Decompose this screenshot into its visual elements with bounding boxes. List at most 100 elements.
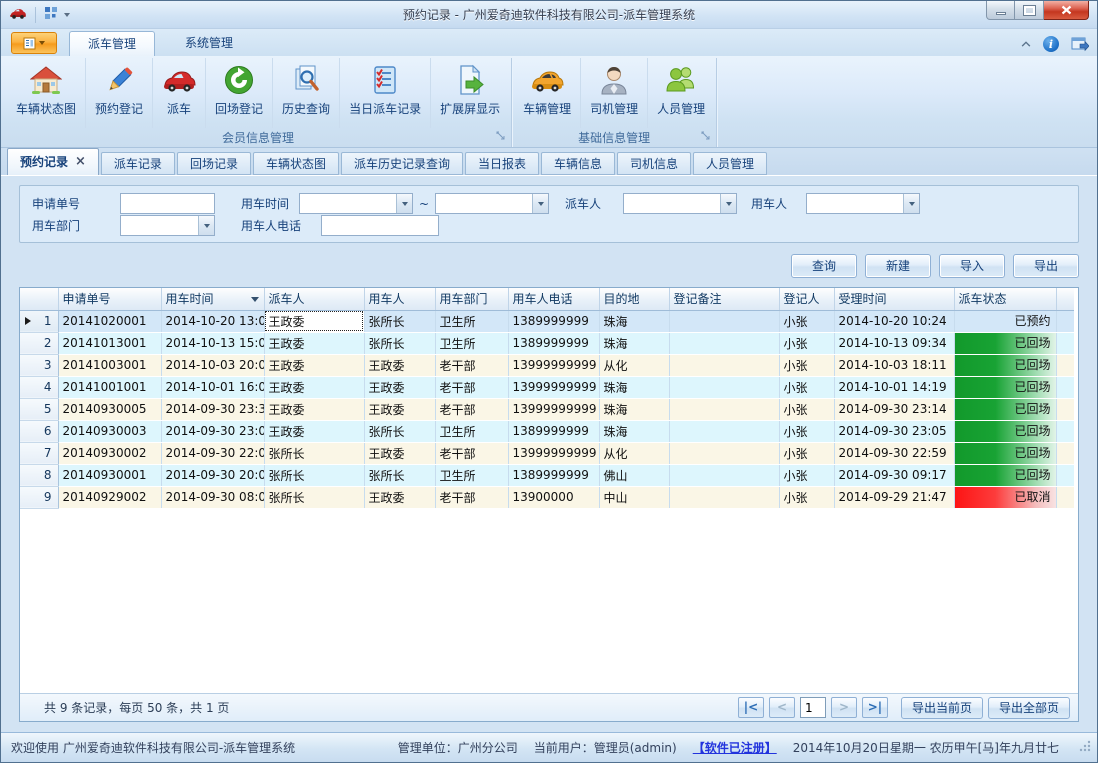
cell-accept_time[interactable]: 2014-10-20 10:24 xyxy=(834,310,954,332)
cell-remark[interactable] xyxy=(669,486,779,508)
dispatcher-combo[interactable] xyxy=(623,193,737,214)
grid-header-registrar[interactable]: 登记人 xyxy=(779,288,834,310)
cell-phone[interactable]: 13999999999 xyxy=(508,398,599,420)
app-menu-button[interactable] xyxy=(11,32,57,54)
grid-header-use-time[interactable]: 用车时间 xyxy=(161,288,264,310)
cell-phone[interactable]: 13999999999 xyxy=(508,354,599,376)
cell-apply_no[interactable]: 20140930003 xyxy=(58,420,161,442)
cell-phone[interactable]: 1389999999 xyxy=(508,310,599,332)
row-indicator[interactable]: 9 xyxy=(20,486,58,508)
cell-registrar[interactable]: 小张 xyxy=(779,398,834,420)
cell-accept_time[interactable]: 2014-09-30 22:59 xyxy=(834,442,954,464)
cell-phone[interactable]: 13999999999 xyxy=(508,442,599,464)
grid-header-apply-no[interactable]: 申请单号 xyxy=(58,288,161,310)
table-row[interactable]: 5201409300052014-09-30 23:30王政委王政委老干部139… xyxy=(20,398,1074,420)
next-page-button[interactable]: > xyxy=(831,697,857,718)
grid-header-accept-time[interactable]: 受理时间 xyxy=(834,288,954,310)
cell-dest[interactable]: 从化 xyxy=(599,354,669,376)
cell-accept_time[interactable]: 2014-09-29 21:47 xyxy=(834,486,954,508)
cell-dept[interactable]: 老干部 xyxy=(435,376,508,398)
cell-remark[interactable] xyxy=(669,354,779,376)
ribbon-button-return-register[interactable]: 回场登记 xyxy=(206,58,273,128)
phone-input[interactable] xyxy=(321,215,439,236)
cell-status[interactable]: 已回场 xyxy=(954,420,1056,442)
cell-user[interactable]: 王政委 xyxy=(364,486,435,508)
chevron-down-icon[interactable] xyxy=(720,194,736,213)
cell-user[interactable]: 张所长 xyxy=(364,332,435,354)
quick-access-dropdown-icon[interactable] xyxy=(64,13,70,17)
collapse-ribbon-icon[interactable] xyxy=(1021,41,1031,47)
table-row[interactable]: 1201410200012014-10-20 13:00王政委张所长卫生所138… xyxy=(20,310,1074,332)
dept-combo[interactable] xyxy=(120,215,215,236)
doc-tab-4[interactable]: 车辆状态图 xyxy=(253,152,339,175)
table-row[interactable]: 4201410010012014-10-01 16:00王政委王政委老干部139… xyxy=(20,376,1074,398)
cell-remark[interactable] xyxy=(669,332,779,354)
cell-use_time[interactable]: 2014-09-30 20:00 xyxy=(161,464,264,486)
cell-user[interactable]: 张所长 xyxy=(364,420,435,442)
row-indicator[interactable]: 1 xyxy=(20,310,58,332)
cell-user[interactable]: 张所长 xyxy=(364,464,435,486)
cell-remark[interactable] xyxy=(669,310,779,332)
cell-phone[interactable]: 1389999999 xyxy=(508,464,599,486)
cell-dispatcher[interactable]: 张所长 xyxy=(264,442,364,464)
cell-apply_no[interactable]: 20141001001 xyxy=(58,376,161,398)
cell-dispatcher[interactable]: 张所长 xyxy=(264,464,364,486)
new-button[interactable]: 新建 xyxy=(865,254,931,278)
cell-dest[interactable]: 珠海 xyxy=(599,310,669,332)
cell-remark[interactable] xyxy=(669,398,779,420)
cell-accept_time[interactable]: 2014-09-30 23:14 xyxy=(834,398,954,420)
row-indicator[interactable]: 8 xyxy=(20,464,58,486)
cell-phone[interactable]: 1389999999 xyxy=(508,332,599,354)
row-indicator[interactable]: 4 xyxy=(20,376,58,398)
sort-arrow-icon[interactable] xyxy=(251,297,259,302)
ribbon-button-personnel-manage[interactable]: 人员管理 xyxy=(648,58,714,128)
ribbon-button-extend-screen[interactable]: 扩展屏显示 xyxy=(431,58,509,128)
doc-tab-8[interactable]: 司机信息 xyxy=(617,152,691,175)
cell-phone[interactable]: 13999999999 xyxy=(508,376,599,398)
cell-use_time[interactable]: 2014-10-01 16:00 xyxy=(161,376,264,398)
cell-apply_no[interactable]: 20140929002 xyxy=(58,486,161,508)
cell-status[interactable]: 已回场 xyxy=(954,442,1056,464)
cell-dest[interactable]: 珠海 xyxy=(599,376,669,398)
cell-dest[interactable]: 中山 xyxy=(599,486,669,508)
user-combo[interactable] xyxy=(806,193,920,214)
cell-registrar[interactable]: 小张 xyxy=(779,354,834,376)
query-button[interactable]: 查询 xyxy=(791,254,857,278)
grid-header-phone[interactable]: 用车人电话 xyxy=(508,288,599,310)
cell-use_time[interactable]: 2014-09-30 22:00 xyxy=(161,442,264,464)
ribbon-button-today-dispatch-records[interactable]: 当日派车记录 xyxy=(340,58,431,128)
table-row[interactable]: 3201410030012014-10-03 20:00王政委王政委老干部139… xyxy=(20,354,1074,376)
close-button[interactable] xyxy=(1044,1,1089,20)
cell-use_time[interactable]: 2014-09-30 23:30 xyxy=(161,398,264,420)
dialog-launcher-icon[interactable] xyxy=(701,130,711,144)
cell-accept_time[interactable]: 2014-09-30 09:17 xyxy=(834,464,954,486)
use-time-from-combo[interactable] xyxy=(299,193,413,214)
cell-dept[interactable]: 卫生所 xyxy=(435,332,508,354)
cell-accept_time[interactable]: 2014-10-01 14:19 xyxy=(834,376,954,398)
ribbon-button-vehicle-manage[interactable]: 车辆管理 xyxy=(514,58,581,128)
chevron-down-icon[interactable] xyxy=(532,194,548,213)
cell-dept[interactable]: 老干部 xyxy=(435,486,508,508)
cell-accept_time[interactable]: 2014-10-03 18:11 xyxy=(834,354,954,376)
export-current-page-button[interactable]: 导出当前页 xyxy=(901,697,983,719)
dialog-launcher-icon[interactable] xyxy=(496,130,506,144)
prev-page-button[interactable]: < xyxy=(769,697,795,718)
cell-apply_no[interactable]: 20140930002 xyxy=(58,442,161,464)
info-icon[interactable]: i xyxy=(1043,36,1059,52)
table-row[interactable]: 2201410130012014-10-13 15:00王政委张所长卫生所138… xyxy=(20,332,1074,354)
cell-status[interactable]: 已回场 xyxy=(954,376,1056,398)
cell-user[interactable]: 王政委 xyxy=(364,354,435,376)
doc-tab-1[interactable]: 预约记录× xyxy=(7,148,99,175)
last-page-button[interactable]: >| xyxy=(862,697,888,718)
table-row[interactable]: 9201409290022014-09-30 08:00张所长王政委老干部139… xyxy=(20,486,1074,508)
cell-status[interactable]: 已回场 xyxy=(954,354,1056,376)
cell-accept_time[interactable]: 2014-09-30 23:05 xyxy=(834,420,954,442)
grid-header-remark[interactable]: 登记备注 xyxy=(669,288,779,310)
page-input[interactable] xyxy=(800,697,826,718)
cell-use_time[interactable]: 2014-10-03 20:00 xyxy=(161,354,264,376)
cell-remark[interactable] xyxy=(669,420,779,442)
cell-dispatcher[interactable]: 王政委 xyxy=(264,420,364,442)
close-tab-icon[interactable]: × xyxy=(75,157,86,167)
chevron-down-icon[interactable] xyxy=(903,194,919,213)
doc-tab-2[interactable]: 派车记录 xyxy=(101,152,175,175)
